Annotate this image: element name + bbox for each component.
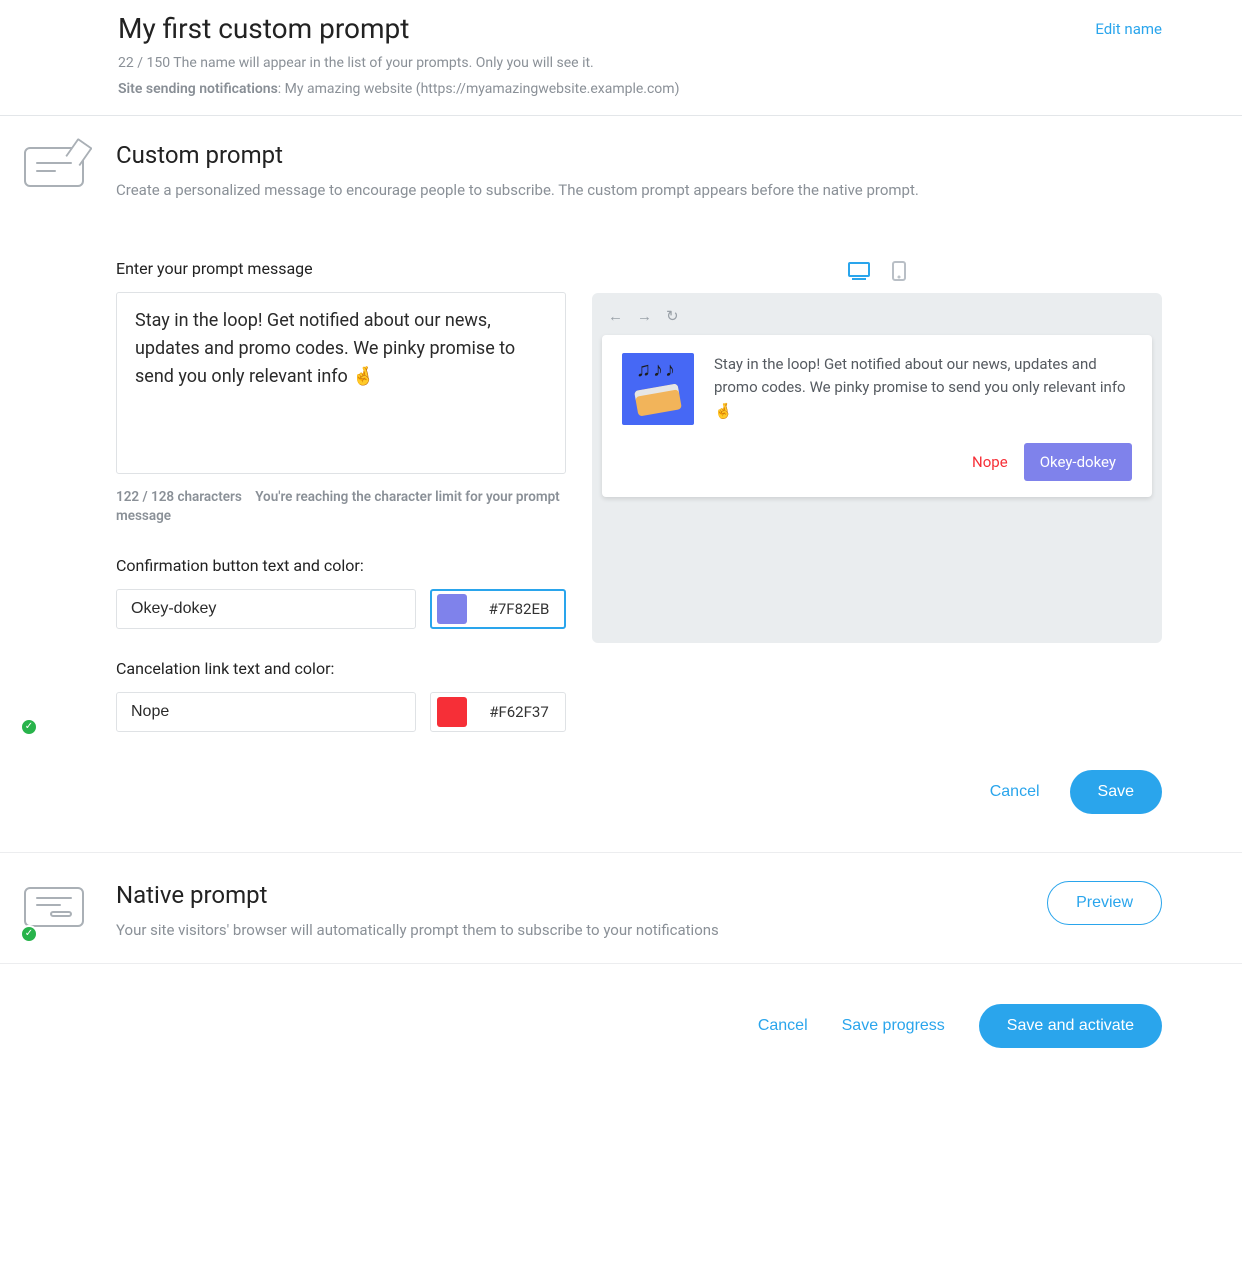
page-title: My first custom prompt — [118, 12, 409, 45]
save-progress-button[interactable]: Save progress — [842, 1017, 945, 1035]
site-sending-row: Site sending notifications: My amazing w… — [118, 81, 1162, 97]
back-icon: ← — [608, 307, 623, 325]
preview-cancel-link: Nope — [972, 453, 1008, 471]
check-badge-icon: ✓ — [20, 925, 38, 943]
confirm-color-swatch — [437, 594, 467, 624]
edit-name-link[interactable]: Edit name — [1095, 20, 1162, 38]
name-hint: The name will appear in the list of your… — [173, 55, 593, 71]
name-counter: 22 / 150 — [118, 55, 170, 71]
cancel-color-input[interactable]: #F62F37 — [430, 692, 566, 732]
confirm-text-input[interactable] — [116, 589, 416, 629]
confirm-button-label: Confirmation button text and color: — [116, 556, 566, 575]
cancel-color-hex: #F62F37 — [479, 703, 559, 721]
preview-confirm-button: Okey-dokey — [1024, 443, 1132, 481]
save-and-activate-button[interactable]: Save and activate — [979, 1004, 1162, 1048]
custom-prompt-desc: Create a personalized message to encoura… — [116, 181, 1162, 199]
confirm-color-input[interactable]: #7F82EB — [430, 589, 566, 629]
cancel-text-input[interactable] — [116, 692, 416, 732]
cancel-color-swatch — [437, 697, 467, 727]
site-sending-value: : My amazing website (https://myamazingw… — [278, 81, 680, 97]
native-prompt-title: Native prompt — [116, 881, 719, 909]
custom-prompt-title: Custom prompt — [116, 141, 1162, 169]
desktop-tab-icon[interactable] — [848, 262, 870, 280]
save-button[interactable]: Save — [1070, 770, 1162, 814]
site-sending-label: Site sending notifications — [118, 81, 278, 97]
preview-button[interactable]: Preview — [1047, 881, 1162, 925]
preview-card: Stay in the loop! Get notified about our… — [602, 335, 1152, 497]
native-prompt-desc: Your site visitors' browser will automat… — [116, 921, 719, 939]
prompt-message-count: 122 / 128 characters — [116, 489, 242, 505]
check-badge-icon: ✓ — [20, 718, 38, 736]
preview-frame: ← → ↻ Stay in the loop! Get notified abo… — [592, 293, 1162, 643]
name-counter-hint: 22 / 150 The name will appear in the lis… — [118, 55, 1162, 71]
cancel-link-label: Cancelation link text and color: — [116, 659, 566, 678]
prompt-message-input[interactable] — [116, 292, 566, 474]
custom-prompt-section-icon: ✓ — [24, 141, 94, 732]
mobile-tab-icon[interactable] — [892, 261, 906, 281]
confirm-color-hex: #7F82EB — [479, 600, 559, 618]
preview-image-icon — [622, 353, 694, 425]
cancel-button[interactable]: Cancel — [990, 783, 1040, 801]
reload-icon: ↻ — [666, 307, 679, 325]
preview-message: Stay in the loop! Get notified about our… — [714, 353, 1132, 425]
forward-icon: → — [637, 307, 652, 325]
native-prompt-section-icon: ✓ — [24, 881, 94, 939]
device-tabs — [592, 259, 1162, 283]
prompt-message-label: Enter your prompt message — [116, 259, 566, 278]
footer-cancel-button[interactable]: Cancel — [758, 1017, 808, 1035]
